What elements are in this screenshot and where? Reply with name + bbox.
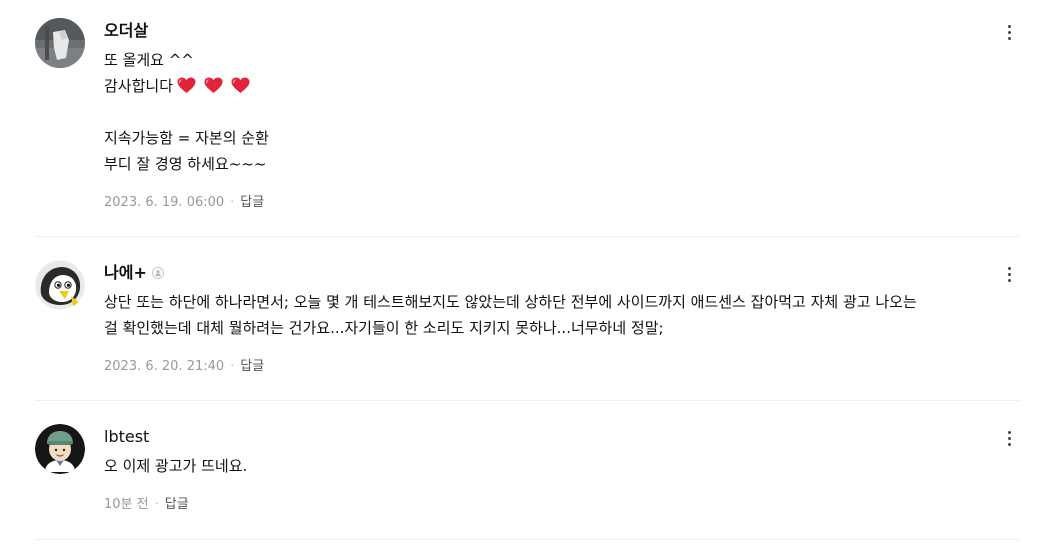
comment-line: 걸 확인했는데 대체 뭘하려는 건가요...자기들이 한 소리도 지키지 못하나… [104, 319, 664, 337]
comment-line: 감사합니다 [104, 73, 1024, 99]
comment-divider [35, 236, 1020, 237]
reply-button[interactable]: 답글 [165, 497, 189, 512]
more-options-button[interactable] [1000, 263, 1018, 285]
kebab-dot [1007, 272, 1011, 276]
kebab-vertical-icon [1007, 266, 1011, 270]
comment-date: 10분 전 [104, 497, 149, 512]
comment-body: 또 올게요 ^^ 감사합니다 지속가능함 = 자본의 순환 부디 잘 경영 하세… [104, 47, 1024, 177]
author-name: 나에+ [104, 263, 147, 282]
comment-list: 오더살 또 올게요 ^^ 감사합니다 지속가능함 = 자본의 순환 부디 잘 경… [0, 0, 1061, 549]
heart-emoji-group [177, 77, 250, 94]
comment-author[interactable]: 오더살 [104, 21, 148, 41]
comment-date: 2023. 6. 19. 06:00 [104, 195, 225, 210]
comment-line: 오 이제 광고가 뜨네요. [104, 457, 248, 475]
comment-meta: 2023. 6. 20. 21:40 · 답글 [104, 358, 264, 376]
comment-line: 또 올게요 ^^ [104, 51, 194, 69]
kebab-dot [1007, 442, 1011, 446]
more-options-button[interactable] [1000, 427, 1018, 449]
kebab-dot [1007, 36, 1011, 40]
reply-button[interactable]: 답글 [240, 195, 264, 210]
comment-line: 지속가능함 = 자본의 순환 [104, 129, 269, 147]
comment-line-blank [104, 99, 1024, 125]
separator-dot: · [154, 497, 159, 512]
author-name: 오더살 [104, 21, 149, 40]
comment-line-text: 감사합니다 [104, 77, 174, 95]
comment-divider [35, 539, 1020, 540]
kebab-vertical-icon [1007, 24, 1011, 28]
comment-body: 상단 또는 하단에 하나라면서; 오늘 몇 개 테스트해보지도 않았는데 상하단… [104, 289, 1024, 341]
kebab-dot [1007, 436, 1011, 440]
comment-date: 2023. 6. 20. 21:40 [104, 359, 225, 374]
avatar[interactable] [35, 18, 85, 68]
heart-emoji-icon [177, 77, 196, 93]
avatar[interactable] [35, 260, 85, 310]
comment-author[interactable]: 나에+ [104, 263, 164, 283]
comment-meta: 2023. 6. 19. 06:00 · 답글 [104, 194, 264, 212]
separator-dot: · [230, 359, 235, 374]
comment-line: 부디 잘 경영 하세요~~~ [104, 155, 267, 173]
comment-body: 오 이제 광고가 뜨네요. [104, 453, 1024, 479]
separator-dot: · [230, 195, 235, 210]
heart-emoji-icon [231, 77, 250, 93]
comment-meta: 10분 전 · 답글 [104, 496, 189, 514]
person-badge-icon [151, 267, 164, 279]
comment-author[interactable]: lbtest [104, 427, 149, 447]
reply-button[interactable]: 답글 [240, 359, 264, 374]
author-name: lbtest [104, 427, 150, 446]
kebab-dot [1007, 278, 1011, 282]
comment-divider [35, 400, 1020, 401]
heart-emoji-icon [204, 77, 223, 93]
avatar[interactable] [35, 424, 85, 474]
more-options-button[interactable] [1000, 21, 1018, 43]
kebab-vertical-icon [1007, 430, 1011, 434]
comment-line: 상단 또는 하단에 하나라면서; 오늘 몇 개 테스트해보지도 않았는데 상하단… [104, 293, 917, 311]
kebab-dot [1007, 30, 1011, 34]
